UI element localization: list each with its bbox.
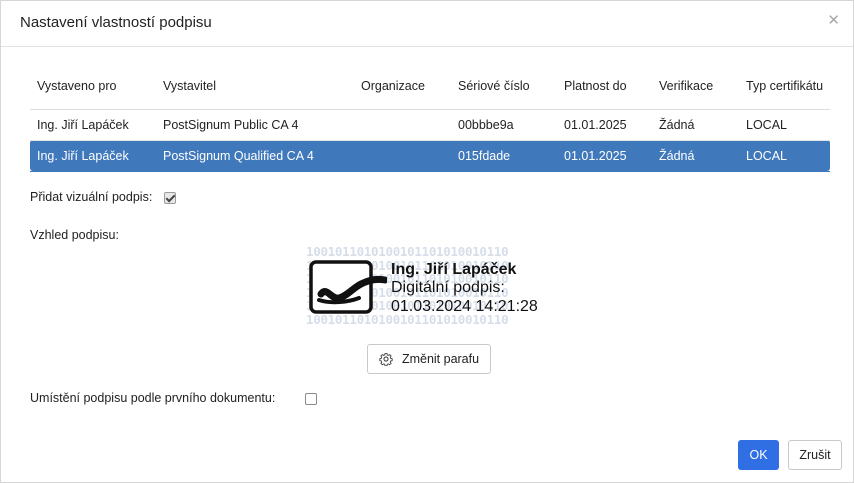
cell-valid-until: 01.01.2025 xyxy=(557,140,652,172)
change-signature-mark-label: Změnit parafu xyxy=(401,352,480,366)
visual-signature-checkbox[interactable] xyxy=(164,192,176,204)
signature-preview: 1001011010100101101010010110 10010110101… xyxy=(306,245,554,331)
gear-icon xyxy=(379,352,393,366)
cell-verification: Žádná xyxy=(652,109,739,141)
signature-timestamp: 01.03.2024 14:21:28 xyxy=(391,298,538,315)
placement-label: Umístění podpisu podle prvního dokumentu… xyxy=(30,391,276,405)
cell-cert-type: LOCAL xyxy=(739,140,830,172)
cell-issued-to: Ing. Jiří Lapáček xyxy=(30,109,156,141)
visual-signature-label: Přidat vizuální podpis: xyxy=(30,190,153,204)
cell-valid-until: 01.01.2025 xyxy=(557,109,652,141)
cell-serial: 00bbbe9a xyxy=(451,109,557,141)
change-signature-mark-button[interactable]: Změnit parafu xyxy=(367,344,491,374)
table-row[interactable]: Ing. Jiří Lapáček PostSignum Public CA 4… xyxy=(30,109,830,141)
cell-verification: Žádná xyxy=(652,140,739,172)
cell-cert-type: LOCAL xyxy=(739,109,830,141)
column-header-issued-to[interactable]: Vystaveno pro xyxy=(30,63,156,110)
dialog-title: Nastavení vlastností podpisu xyxy=(20,14,212,31)
appearance-label: Vzhled podpisu: xyxy=(30,228,119,242)
certificate-table: Vystaveno pro Vystavitel Organizace Séri… xyxy=(30,63,830,172)
cell-organization xyxy=(354,140,451,172)
ok-button[interactable]: OK xyxy=(738,440,779,470)
column-header-serial[interactable]: Sériové číslo xyxy=(451,63,557,110)
cell-organization xyxy=(354,109,451,141)
cell-issuer: PostSignum Qualified CA 4 xyxy=(156,140,354,172)
cell-issued-to: Ing. Jiří Lapáček xyxy=(30,140,156,172)
cancel-button[interactable]: Zrušit xyxy=(788,440,842,470)
signature-line2: Digitální podpis: xyxy=(391,279,505,296)
column-header-cert-type[interactable]: Typ certifikátu xyxy=(739,63,830,110)
placement-checkbox[interactable] xyxy=(305,393,317,405)
table-header-row: Vystaveno pro Vystavitel Organizace Séri… xyxy=(30,63,830,110)
dialog-header: Nastavení vlastností podpisu ✕ xyxy=(1,1,853,47)
signature-properties-dialog: Nastavení vlastností podpisu ✕ Vystaveno… xyxy=(0,0,854,483)
signature-mark-icon xyxy=(309,260,387,314)
column-header-issuer[interactable]: Vystavitel xyxy=(156,63,354,110)
signature-name: Ing. Jiří Lapáček xyxy=(391,261,517,278)
column-header-verification[interactable]: Verifikace xyxy=(652,63,739,110)
cell-serial: 015fdade xyxy=(451,140,557,172)
cell-issuer: PostSignum Public CA 4 xyxy=(156,109,354,141)
column-header-organization[interactable]: Organizace xyxy=(354,63,451,110)
close-icon[interactable]: ✕ xyxy=(827,13,840,28)
table-row-selected[interactable]: Ing. Jiří Lapáček PostSignum Qualified C… xyxy=(30,140,830,172)
column-header-valid-until[interactable]: Platnost do xyxy=(557,63,652,110)
